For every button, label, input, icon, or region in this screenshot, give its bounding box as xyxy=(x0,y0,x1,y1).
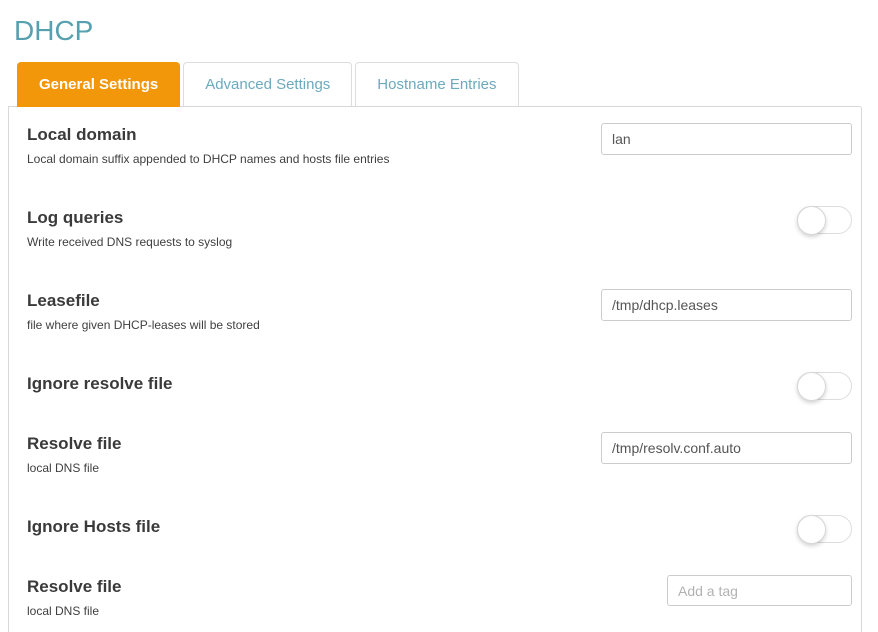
page-title: DHCP xyxy=(14,15,94,46)
field-row-ignore-resolve-file: Ignore resolve file xyxy=(27,372,852,401)
field-control xyxy=(601,432,852,464)
tab-general-settings[interactable]: General Settings xyxy=(17,62,181,107)
tab-hostname-entries[interactable]: Hostname Entries xyxy=(355,62,519,106)
field-meta: Resolve file local DNS file xyxy=(27,575,601,618)
field-control xyxy=(601,372,852,401)
field-label: Ignore Hosts file xyxy=(27,517,161,536)
field-row-resolve-file: Resolve file local DNS file xyxy=(27,432,852,475)
field-meta: Resolve file local DNS file xyxy=(27,432,601,475)
field-meta: Ignore Hosts file xyxy=(27,515,601,537)
tab-advanced-settings[interactable]: Advanced Settings xyxy=(183,62,353,106)
field-row-ignore-hosts-file: Ignore Hosts file xyxy=(27,515,852,544)
tab-bar: General Settings Advanced Settings Hostn… xyxy=(17,62,878,107)
log-queries-toggle[interactable] xyxy=(797,206,852,235)
resolve-file-input[interactable] xyxy=(601,432,852,464)
field-row-leasefile: Leasefile file where given DHCP-leases w… xyxy=(27,289,852,332)
field-row-resolve-file-tag: Resolve file local DNS file xyxy=(27,575,852,618)
field-label: Resolve file xyxy=(27,577,122,596)
field-description: Local domain suffix appended to DHCP nam… xyxy=(27,152,390,166)
field-label: Local domain xyxy=(27,125,137,144)
toggle-knob xyxy=(797,206,826,235)
field-control xyxy=(601,206,852,235)
field-meta: Local domain Local domain suffix appende… xyxy=(27,123,601,166)
field-control xyxy=(601,575,852,606)
field-meta: Leasefile file where given DHCP-leases w… xyxy=(27,289,601,332)
local-domain-input[interactable] xyxy=(601,123,852,155)
toggle-knob xyxy=(797,515,826,544)
field-description: local DNS file xyxy=(27,604,100,618)
field-meta: Ignore resolve file xyxy=(27,372,601,394)
settings-panel: Local domain Local domain suffix appende… xyxy=(8,106,862,632)
field-control xyxy=(601,123,852,155)
field-label: Ignore resolve file xyxy=(27,374,173,393)
field-meta: Log queries Write received DNS requests … xyxy=(27,206,601,249)
ignore-hosts-file-toggle[interactable] xyxy=(797,515,852,544)
field-control xyxy=(601,289,852,321)
field-description: file where given DHCP-leases will be sto… xyxy=(27,318,260,332)
field-label: Log queries xyxy=(27,208,124,227)
ignore-resolve-file-toggle[interactable] xyxy=(797,372,852,401)
field-control xyxy=(601,515,852,544)
field-description: local DNS file xyxy=(27,461,100,475)
leasefile-input[interactable] xyxy=(601,289,852,321)
field-row-log-queries: Log queries Write received DNS requests … xyxy=(27,206,852,249)
add-tag-input[interactable] xyxy=(667,575,852,606)
field-label: Resolve file xyxy=(27,434,122,453)
field-label: Leasefile xyxy=(27,291,100,310)
toggle-knob xyxy=(797,372,826,401)
field-row-local-domain: Local domain Local domain suffix appende… xyxy=(27,123,852,166)
field-description: Write received DNS requests to syslog xyxy=(27,235,233,249)
